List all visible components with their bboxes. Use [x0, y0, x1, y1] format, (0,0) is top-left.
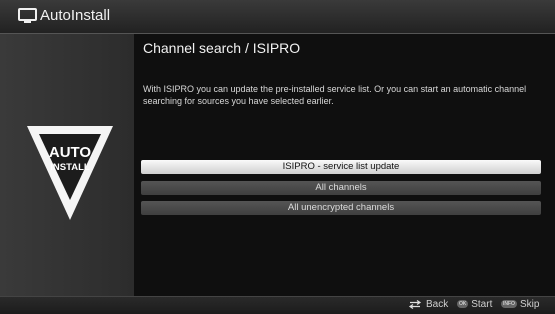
app-title: AutoInstall: [40, 7, 111, 24]
skip-hint[interactable]: INFO Skip: [501, 299, 539, 310]
page-heading: Channel search / ISIPRO: [143, 40, 301, 56]
info-key-icon: INFO: [501, 300, 517, 309]
left-panel: AUTO INSTALL: [0, 34, 134, 296]
back-label: Back: [426, 299, 449, 310]
title-bar: AutoInstall: [0, 0, 555, 34]
logo-text-install: INSTALL: [50, 162, 90, 173]
logo-text-auto: AUTO: [49, 144, 92, 161]
menu-item-all-channels[interactable]: All channels: [141, 181, 541, 195]
menu-item-all-unencrypted[interactable]: All unencrypted channels: [141, 201, 541, 215]
description-text: With ISIPRO you can update the pre-insta…: [143, 84, 527, 106]
start-hint[interactable]: OK Start: [457, 299, 492, 310]
tv-icon: [18, 8, 37, 23]
back-hint[interactable]: Back: [408, 299, 448, 310]
back-icon: [408, 299, 422, 309]
footer-bar: Back OK Start INFO Skip: [0, 296, 555, 314]
ok-key-icon: OK: [457, 300, 469, 309]
start-label: Start: [471, 299, 493, 310]
autoinstall-logo: AUTO INSTALL: [27, 126, 113, 220]
menu-item-isipro-update[interactable]: ISIPRO - service list update: [141, 160, 541, 174]
skip-label: Skip: [519, 299, 540, 310]
